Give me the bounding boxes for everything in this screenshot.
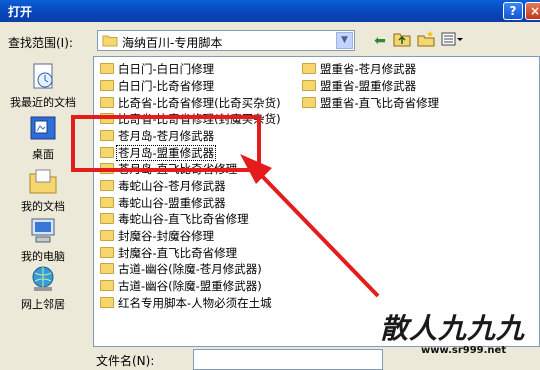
watermark-logo: 散人九九九: [380, 312, 526, 345]
watermark-site: www.sr999.net: [421, 345, 507, 356]
filename-field[interactable]: [193, 349, 383, 370]
filename-label: 文件名(N):: [96, 354, 155, 368]
